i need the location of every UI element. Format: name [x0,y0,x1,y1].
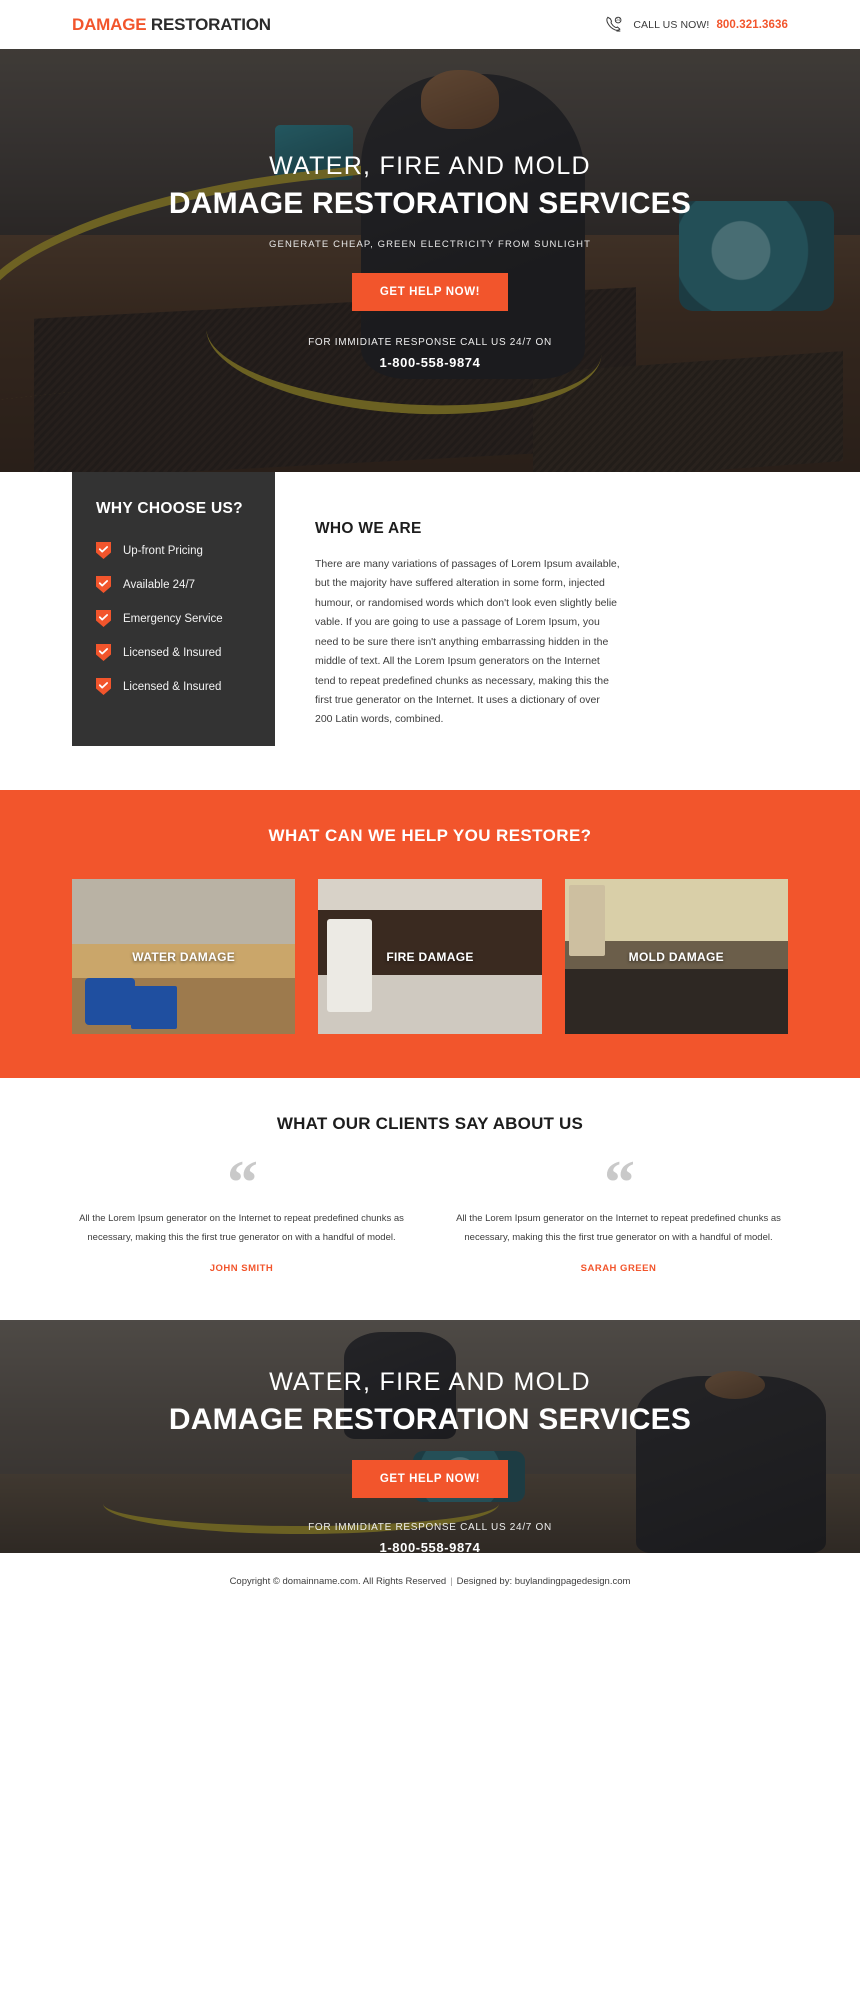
phone-24h-icon: 24 [604,14,626,36]
about-section: WHY CHOOSE US? Up-front Pricing Availabl… [0,472,860,746]
hero-content: WATER, FIRE AND MOLD DAMAGE RESTORATION … [0,49,860,370]
testimonials-section: WHAT OUR CLIENTS SAY ABOUT US “ All the … [0,1078,860,1321]
site-footer: Copyright © domainname.com. All Rights R… [0,1553,860,1614]
list-item: Licensed & Insured [72,678,275,695]
footer-separator: | [450,1576,453,1588]
check-shield-icon [96,576,111,593]
service-card-label: FIRE DAMAGE [386,949,474,964]
testimonial-item: “ All the Lorem Ipsum generator on the I… [449,1152,788,1274]
testimonial-item: “ All the Lorem Ipsum generator on the I… [72,1152,411,1274]
why-choose-us-list: Up-front Pricing Available 24/7 Emergenc… [72,542,275,695]
testimonial-text: All the Lorem Ipsum generator on the Int… [456,1213,781,1243]
site-header: DAMAGE RESTORATION 24 CALL US NOW! 800.3… [0,0,860,49]
why-item-label: Up-front Pricing [123,544,203,557]
logo-rest-text: RESTORATION [146,14,271,34]
who-we-are-body: There are many variations of passages of… [315,558,620,726]
why-item-label: Emergency Service [123,612,223,625]
hero-subtitle: WATER, FIRE AND MOLD [269,152,591,180]
list-item: Up-front Pricing [72,542,275,559]
footer-copyright: Copyright © domainname.com. All Rights R… [229,1576,447,1588]
bottom-cta-content: WATER, FIRE AND MOLD DAMAGE RESTORATION … [0,1320,860,1553]
svg-text:24: 24 [616,18,620,22]
services-section: WHAT CAN WE HELP YOU RESTORE? WATER DAMA… [0,790,860,1078]
header-phone-number[interactable]: 800.321.3636 [716,19,788,31]
bottom-cta-section: WATER, FIRE AND MOLD DAMAGE RESTORATION … [0,1320,860,1554]
list-item: Available 24/7 [72,576,275,593]
service-card-fire[interactable]: FIRE DAMAGE [318,879,542,1034]
header-phone-block[interactable]: 24 CALL US NOW! 800.321.3636 [604,14,788,36]
hero-phone-number[interactable]: 1-800-558-9874 [0,355,860,370]
testimonial-text: All the Lorem Ipsum generator on the Int… [79,1213,404,1243]
service-card-mold[interactable]: MOLD DAMAGE [564,879,788,1034]
logo-accent-text: DAMAGE [72,14,147,34]
hero-get-help-button[interactable]: GET HELP NOW! [351,272,509,311]
list-item: Licensed & Insured [72,644,275,661]
hero-tagline: GENERATE CHEAP, GREEN ELECTRICITY FROM S… [269,238,591,250]
call-us-label: CALL US NOW! [633,18,710,31]
landing-page: DAMAGE RESTORATION 24 CALL US NOW! 800.3… [0,0,860,1614]
quote-icon: “ [604,1149,635,1217]
bottom-title: DAMAGE RESTORATION SERVICES [168,1403,692,1437]
service-card-label: WATER DAMAGE [132,949,236,964]
check-shield-icon [96,678,111,695]
bottom-get-help-button[interactable]: GET HELP NOW! [351,1460,509,1499]
why-choose-us-title: WHY CHOOSE US? [96,500,243,517]
check-shield-icon [96,610,111,627]
site-logo[interactable]: DAMAGE RESTORATION [72,15,271,35]
hero-title: DAMAGE RESTORATION SERVICES [168,186,692,220]
service-card-water[interactable]: WATER DAMAGE [72,879,296,1034]
why-item-label: Available 24/7 [123,578,196,591]
services-title: WHAT CAN WE HELP YOU RESTORE? [268,826,592,845]
hero-call-text: FOR IMMIDIATE RESPONSE CALL US 24/7 ON [308,336,552,348]
testimonial-author: JOHN SMITH [209,1263,274,1275]
hero-section: WATER, FIRE AND MOLD DAMAGE RESTORATION … [0,49,860,472]
why-item-label: Licensed & Insured [123,646,222,659]
why-choose-us-panel: WHY CHOOSE US? Up-front Pricing Availabl… [72,472,275,746]
quote-icon: “ [227,1149,258,1217]
service-card-label: MOLD DAMAGE [628,949,724,964]
check-shield-icon [96,644,111,661]
testimonials-list: “ All the Lorem Ipsum generator on the I… [72,1152,788,1274]
footer-designed-by-label: Designed by: [456,1576,513,1588]
list-item: Emergency Service [72,610,275,627]
testimonial-author: SARAH GREEN [580,1263,657,1275]
bottom-call-text: FOR IMMIDIATE RESPONSE CALL US 24/7 ON [308,1522,552,1534]
check-shield-icon [96,542,111,559]
footer-designer-link[interactable]: buylandingpagedesign.com [515,1576,631,1587]
who-we-are-title: WHO WE ARE [315,520,422,537]
who-we-are-block: WHO WE ARE There are many variations of … [275,472,620,730]
services-card-list: WATER DAMAGE FIRE DAMAGE MOLD DAMAGE [72,879,788,1034]
bottom-subtitle: WATER, FIRE AND MOLD [269,1368,591,1397]
testimonials-title: WHAT OUR CLIENTS SAY ABOUT US [276,1114,584,1133]
bottom-phone-number[interactable]: 1-800-558-9874 [0,1540,860,1553]
why-item-label: Licensed & Insured [123,680,222,693]
